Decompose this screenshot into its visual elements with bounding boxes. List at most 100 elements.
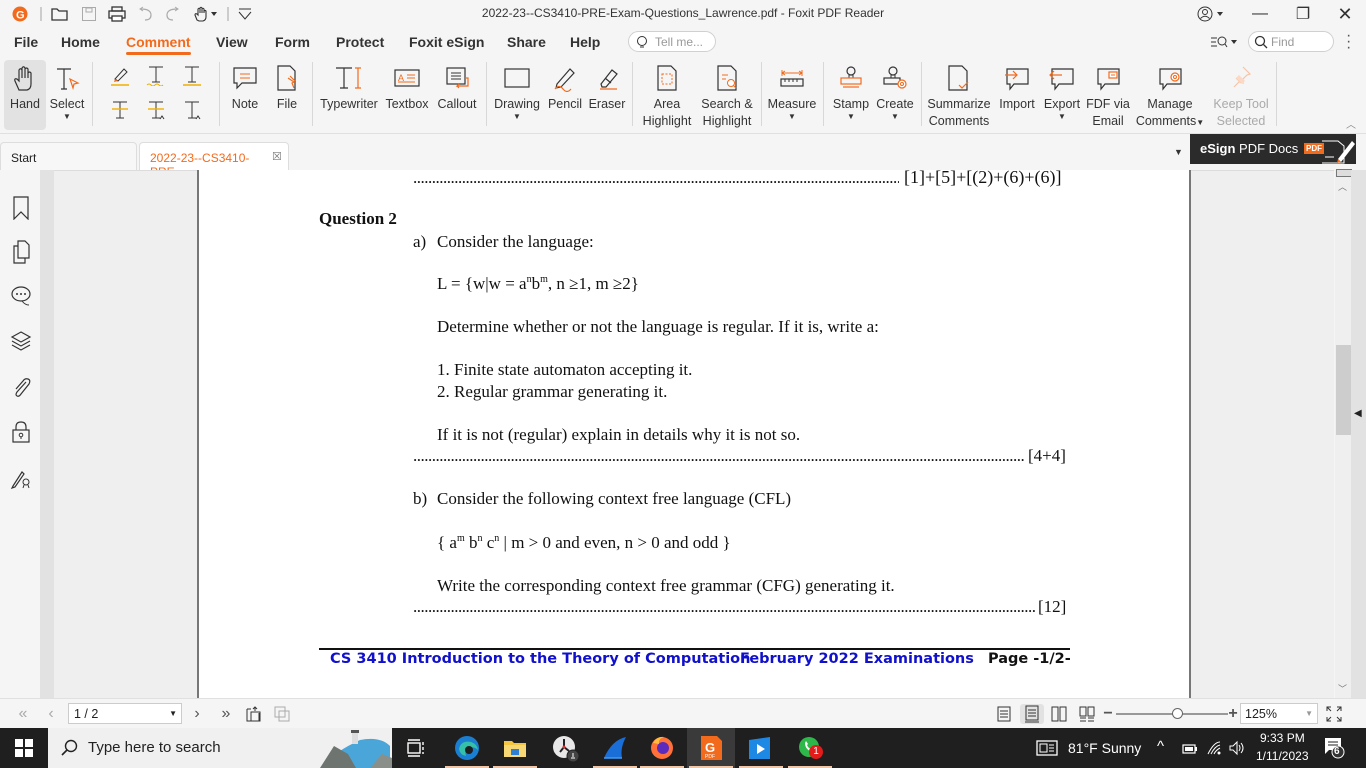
underline-icon[interactable] [180, 63, 204, 87]
split-handle[interactable] [1336, 169, 1352, 177]
minimize-button[interactable]: — [1237, 0, 1283, 28]
scroll-up-icon[interactable]: ︿ [1338, 180, 1347, 193]
customize-icon[interactable] [236, 5, 254, 23]
bookmark-icon[interactable] [10, 196, 32, 220]
hand-tool-icon[interactable] [193, 5, 219, 23]
zoom-level-select[interactable]: 125% ▼ [1240, 703, 1318, 724]
file-explorer-icon[interactable] [491, 728, 539, 768]
tab-list-dropdown-icon[interactable]: ▼ [1174, 147, 1183, 157]
whatsapp-icon[interactable]: 1 [786, 728, 834, 768]
taskbar-search-input[interactable]: Type here to search [48, 728, 392, 768]
first-page-icon[interactable]: « [14, 704, 32, 724]
continuous-facing-icon[interactable] [1078, 704, 1096, 724]
clock-date[interactable]: 1/11/2023 [1256, 749, 1309, 763]
zoom-in-button[interactable]: + [1227, 704, 1239, 724]
zoom-out-button[interactable]: − [1102, 704, 1114, 724]
right-panel-splitter[interactable]: ◀ [1351, 170, 1366, 698]
pages-icon[interactable] [10, 240, 32, 264]
panel-splitter[interactable] [40, 170, 54, 698]
layers-icon[interactable] [10, 330, 32, 352]
keep-tool-selected-button[interactable]: Keep Tool Selected [1210, 60, 1272, 130]
highlight-icon[interactable] [108, 63, 132, 87]
volume-icon[interactable] [1228, 740, 1246, 761]
zoom-slider-thumb[interactable] [1171, 708, 1183, 719]
menu-comment[interactable]: Comment [126, 34, 191, 55]
account-icon[interactable] [1196, 5, 1228, 23]
menu-view[interactable]: View [216, 34, 248, 50]
facing-pages-icon[interactable] [1050, 704, 1068, 724]
menu-share[interactable]: Share [507, 34, 546, 50]
export-button[interactable]: Export ▼ [1042, 60, 1082, 130]
note-button[interactable]: Note [226, 60, 264, 130]
fdf-via-email-button[interactable]: FDF via Email [1086, 60, 1130, 130]
maximize-button[interactable]: ❐ [1280, 0, 1326, 28]
foxit-pdf-icon[interactable]: G PDF [687, 728, 735, 768]
expand-right-panel-icon[interactable]: ◀ [1354, 408, 1362, 419]
print-icon[interactable] [107, 5, 127, 23]
more-options-icon[interactable]: · · · [1346, 28, 1354, 56]
tab-start[interactable]: Start [0, 142, 137, 170]
last-page-icon[interactable]: » [218, 704, 234, 724]
wireshark-icon[interactable] [591, 728, 639, 768]
stamp-button[interactable]: Stamp ▼ [830, 60, 872, 130]
fullscreen-icon[interactable] [1325, 704, 1343, 724]
drawing-button[interactable]: Drawing ▼ [492, 60, 542, 130]
wifi-icon[interactable] [1206, 740, 1222, 761]
typewriter-button[interactable]: Typewriter [320, 60, 378, 130]
esign-banner[interactable]: eSign PDF Docs PDF [1190, 134, 1356, 164]
start-button[interactable] [0, 728, 48, 768]
firefox-icon[interactable] [638, 728, 686, 768]
menu-file[interactable]: File [14, 34, 38, 50]
show-hidden-icons[interactable]: ^ [1157, 738, 1164, 755]
clock-time[interactable]: 9:33 PM [1260, 731, 1305, 745]
eraser-button[interactable]: Eraser [588, 60, 626, 130]
replace-text-icon[interactable] [144, 98, 168, 122]
notification-center-icon[interactable]: 6 [1324, 737, 1346, 764]
menu-protect[interactable]: Protect [336, 34, 384, 50]
area-highlight-button[interactable]: Area Highlight [638, 60, 696, 130]
scrollbar-thumb[interactable] [1336, 345, 1351, 435]
insert-text-icon[interactable] [180, 98, 204, 122]
collapse-ribbon-icon[interactable]: ︿ [1346, 116, 1356, 131]
save-icon[interactable] [79, 5, 99, 23]
tell-me-input[interactable]: Tell me... [628, 31, 716, 52]
close-button[interactable]: ✕ [1322, 0, 1366, 28]
continuous-page-icon[interactable] [1020, 704, 1044, 724]
textbox-button[interactable]: A Textbox [384, 60, 430, 130]
undo-icon[interactable] [135, 5, 155, 23]
select-tool-button[interactable]: Select ▼ [48, 60, 86, 130]
close-tab-icon[interactable]: ☒ [272, 150, 282, 163]
squiggly-icon[interactable] [144, 63, 168, 87]
search-highlight-button[interactable]: Search & Highlight [698, 60, 756, 130]
menu-form[interactable]: Form [275, 34, 310, 50]
previous-page-icon[interactable]: ‹ [44, 704, 58, 724]
strikeout-icon[interactable] [108, 98, 132, 122]
edge-icon[interactable] [443, 728, 491, 768]
comments-icon[interactable] [10, 285, 32, 307]
hand-tool-button[interactable]: Hand [4, 60, 46, 130]
weather-text[interactable]: 81°F Sunny [1068, 740, 1141, 756]
attachment-icon[interactable] [10, 376, 32, 398]
measure-button[interactable]: Measure ▼ [766, 60, 818, 130]
video-app-icon[interactable] [737, 728, 785, 768]
redo-icon[interactable] [163, 5, 183, 23]
next-view-icon[interactable] [273, 704, 291, 724]
menu-foxit-esign[interactable]: Foxit eSign [409, 34, 484, 50]
import-button[interactable]: Import [996, 60, 1038, 130]
clock-app-icon[interactable] [542, 728, 590, 768]
menu-help[interactable]: Help [570, 34, 600, 50]
foxit-logo-icon[interactable]: G [10, 5, 30, 23]
create-stamp-button[interactable]: Create ▼ [874, 60, 916, 130]
previous-view-icon[interactable] [245, 704, 263, 724]
signature-icon[interactable] [10, 467, 32, 489]
tab-document[interactable]: 2022-23--CS3410-PRE-... ☒ [139, 142, 289, 179]
file-attachment-button[interactable]: File [270, 60, 304, 130]
battery-icon[interactable] [1182, 742, 1198, 760]
open-folder-icon[interactable] [50, 5, 70, 23]
scroll-down-icon[interactable]: ﹀ [1338, 682, 1347, 695]
next-page-icon[interactable]: › [190, 704, 204, 724]
task-view-icon[interactable] [392, 728, 440, 768]
manage-comments-button[interactable]: Manage Comments▼ [1134, 60, 1206, 130]
menu-home[interactable]: Home [61, 34, 100, 50]
summarize-comments-button[interactable]: Summarize Comments [926, 60, 992, 130]
